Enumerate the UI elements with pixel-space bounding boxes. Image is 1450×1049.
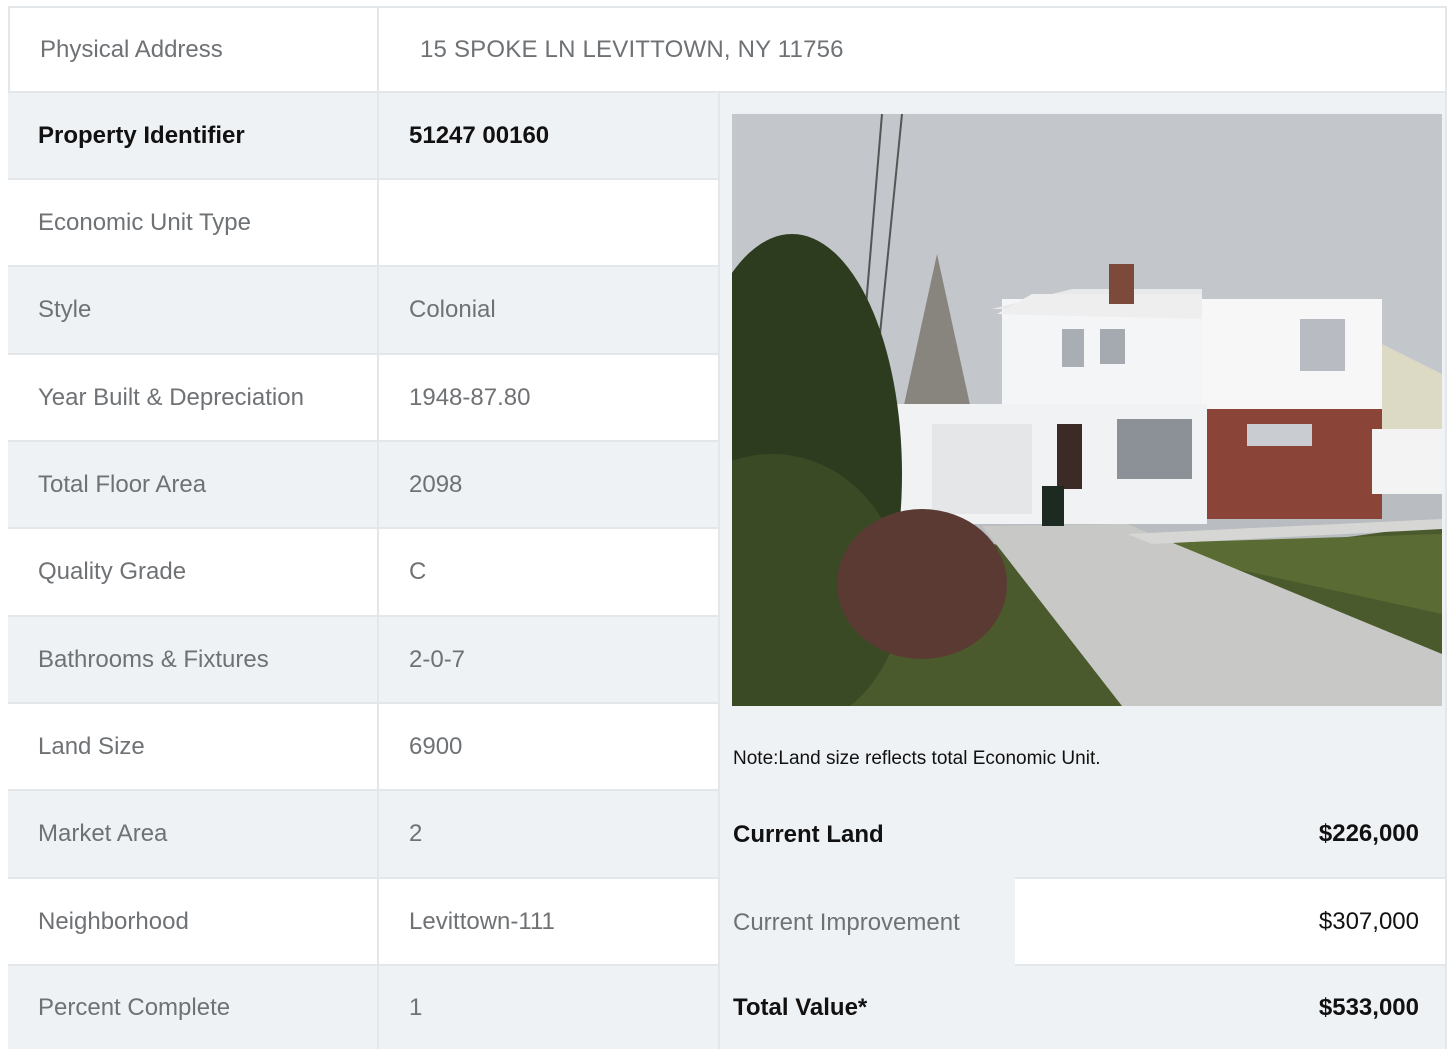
property-identifier-label: Property Identifier: [8, 93, 379, 180]
address-label: Physical Address: [8, 6, 379, 93]
bathrooms-fixtures-label: Bathrooms & Fixtures: [8, 617, 379, 704]
year-built-value: 1948-87.80: [379, 355, 720, 442]
total-floor-area-label: Total Floor Area: [8, 442, 379, 529]
quality-grade-label: Quality Grade: [8, 529, 379, 617]
percent-complete-value: 1: [379, 966, 720, 1049]
neighborhood-label: Neighborhood: [8, 879, 379, 966]
current-improvement-label: Current Improvement: [720, 879, 1015, 966]
quality-grade-value: C: [379, 529, 720, 617]
market-area-value: 2: [379, 791, 720, 879]
land-size-note: Note:Land size reflects total Economic U…: [733, 748, 1101, 769]
property-identifier-value: 51247 00160: [379, 93, 720, 180]
economic-unit-type-value: [379, 180, 720, 267]
land-size-label: Land Size: [8, 704, 379, 791]
land-size-value: 6900: [379, 704, 720, 791]
year-built-label: Year Built & Depreciation: [8, 355, 379, 442]
property-photo: [732, 114, 1442, 706]
current-land-value: $226,000: [1015, 791, 1447, 879]
photo-panel: Note:Land size reflects total Economic U…: [720, 93, 1447, 791]
market-area-label: Market Area: [8, 791, 379, 879]
total-value-value: $533,000: [1015, 966, 1447, 1049]
total-floor-area-value: 2098: [379, 442, 720, 529]
style-label: Style: [8, 267, 379, 355]
style-value: Colonial: [379, 267, 720, 355]
economic-unit-type-label: Economic Unit Type: [8, 180, 379, 267]
address-value: 15 SPOKE LN LEVITTOWN, NY 11756: [379, 6, 1447, 93]
neighborhood-value: Levittown-111: [379, 879, 720, 966]
current-improvement-value: $307,000: [1015, 879, 1447, 966]
bathrooms-fixtures-value: 2-0-7: [379, 617, 720, 704]
current-land-label: Current Land: [720, 791, 1015, 879]
percent-complete-label: Percent Complete: [8, 966, 379, 1049]
total-value-label: Total Value*: [720, 966, 1015, 1049]
